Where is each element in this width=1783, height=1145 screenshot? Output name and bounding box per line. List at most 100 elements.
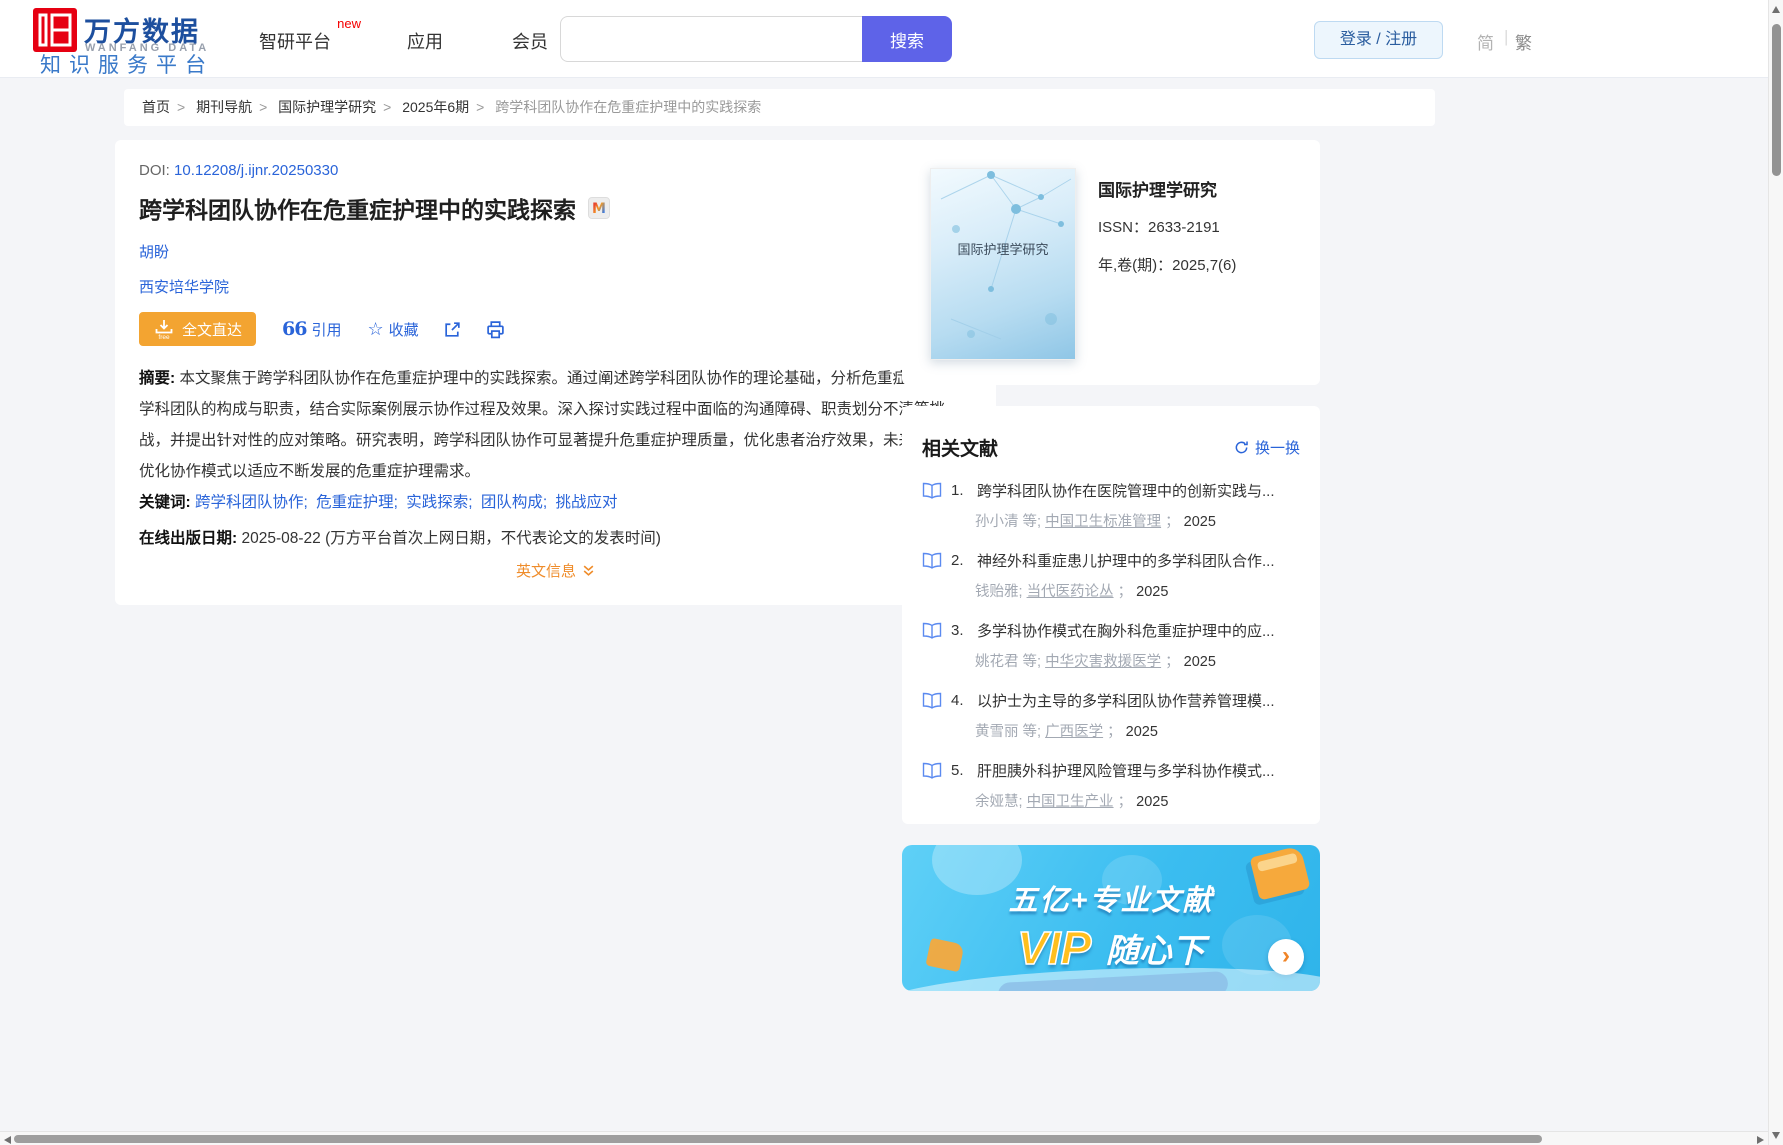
page-background: 首页> 期刊导航> 国际护理学研究> 2025年6期> 跨学科团队协作在危重症护… [0,78,1768,1131]
banner-vip-line: VIP 随心下 [902,921,1320,975]
book-icon [922,692,942,709]
related-list-item: 5. 肝胆胰外科护理风险管理与多学科协作模式... 余娅慧; 中国卫生产业 ； … [922,760,1300,811]
related-header: 相关文献 换一换 [922,434,1300,461]
nav-item-zhiyan[interactable]: 智研平台 new [259,28,331,54]
publish-date-value: 2025-08-22 [241,530,320,547]
related-item-authors: 孙小清 等; [975,514,1041,530]
related-item-title[interactable]: 神经外科重症患儿护理中的多学科团队合作... [977,550,1300,571]
publish-date-row: 在线出版日期: 2025-08-22 (万方平台首次上网日期，不代表论文的发表时… [139,526,972,548]
login-register-button[interactable]: 登录 / 注册 [1314,21,1443,59]
related-item-journal[interactable]: 中国卫生标准管理 [1045,514,1161,530]
site-header: 万方数据 WANFANG DATA 知识服务平台 智研平台 new 应用 会员 … [0,0,1768,78]
scroll-left-arrow[interactable] [4,1136,11,1144]
lang-simplified-toggle[interactable]: 简 [1477,29,1494,54]
doi-row: DOI: 10.12208/j.ijnr.20250330 [139,162,972,179]
search-button[interactable]: 搜索 [862,16,952,62]
related-item-year: 2025 [1184,654,1216,670]
keyword-link[interactable]: 跨学科团队协作 [195,494,304,511]
doi-label: DOI: [139,162,170,179]
related-item-authors: 姚花君 等; [975,654,1041,670]
breadcrumb: 首页> 期刊导航> 国际护理学研究> 2025年6期> 跨学科团队协作在危重症护… [124,89,1435,126]
keywords-label: 关键词: [139,494,191,511]
refresh-icon [1234,440,1249,455]
abstract-text: 本文聚焦于跨学科团队协作在危重症护理中的实践探索。通过阐述跨学科团队协作的理论基… [139,370,970,480]
issn-label: ISSN： [1098,219,1148,236]
nav-item-member[interactable]: 会员 [512,28,548,54]
related-item-year: 2025 [1184,514,1216,530]
arrow-right-icon[interactable]: › [1268,939,1304,975]
quote-icon: 66 [282,322,306,336]
keywords-row: 关键词: 跨学科团队协作; 危重症护理; 实践探索; 团队构成; 挑战应对 [139,487,972,518]
journal-volume-row: 年,卷(期)：2025,7(6) [1098,254,1236,275]
scroll-down-arrow[interactable] [1772,1132,1780,1139]
related-item-title[interactable]: 以护士为主导的多学科团队协作营养管理模... [977,690,1300,711]
vip-promo-banner[interactable]: 五亿+专业文献 VIP 随心下 › [902,845,1320,991]
scroll-up-arrow[interactable] [1772,6,1780,13]
related-item-title[interactable]: 肝胆胰外科护理风险管理与多学科协作模式... [977,760,1300,781]
brand-tagline: 知识服务平台 [40,49,214,79]
keyword-link[interactable]: 危重症护理 [316,494,394,511]
article-title-row: 跨学科团队协作在危重症护理中的实践探索 M [139,191,972,225]
related-item-title[interactable]: 跨学科团队协作在医院管理中的创新实践与... [977,480,1300,501]
cite-button[interactable]: 66 引用 [282,319,341,340]
vip-label: VIP [1017,922,1091,974]
author-link[interactable]: 胡盼 [139,241,169,262]
article-detail-card: DOI: 10.12208/j.ijnr.20250330 跨学科团队协作在危重… [115,140,996,605]
download-icon: free [153,319,175,340]
related-item-year: 2025 [1136,794,1168,810]
related-literature-card: 相关文献 换一换 1. 跨学科团 [902,406,1320,824]
breadcrumb-item: 首页> [142,99,192,115]
chevron-double-down-icon [582,564,595,577]
related-item-authors: 黄雪丽 等; [975,724,1041,740]
search-input[interactable] [560,16,862,62]
abstract-paragraph: 摘要: 本文聚焦于跨学科团队协作在危重症护理中的实践探索。通过阐述跨学科团队协作… [139,363,972,487]
journal-issn-row: ISSN：2633-2191 [1098,216,1220,237]
related-item-journal[interactable]: 中国卫生产业 [1027,794,1114,810]
related-item-journal[interactable]: 中华灾害救援医学 [1045,654,1161,670]
journal-name-link[interactable]: 国际护理学研究 [1098,176,1217,201]
related-item-title[interactable]: 多学科协作模式在胸外科危重症护理中的应... [977,620,1300,641]
related-item-authors: 余娅慧; [975,794,1023,810]
keyword-link[interactable]: 挑战应对 [556,494,618,511]
favorite-button[interactable]: ☆ 收藏 [367,319,418,340]
journal-cover[interactable]: 国际护理学研究 [930,168,1076,360]
nav-item-apps[interactable]: 应用 [407,28,443,54]
issn-value: 2633-2191 [1148,219,1220,236]
related-list-item: 4. 以护士为主导的多学科团队协作营养管理模... 黄雪丽 等; 广西医学 ； … [922,690,1300,741]
english-info-row: 英文信息 [139,560,972,581]
related-item-authors: 钱贻雅; [975,584,1023,600]
scroll-right-arrow[interactable] [1757,1136,1764,1144]
keyword-link[interactable]: 实践探索 [406,494,468,511]
breadcrumb-item: 2025年6期> [402,99,491,115]
journal-info-card: 国际护理学研究 国际护理学研究 ISSN：2633-2191 年,卷(期)：20… [902,140,1320,385]
related-item-journal[interactable]: 广西医学 [1045,724,1103,740]
lang-divider: | [1504,27,1508,47]
journal-cover-title: 国际护理学研究 [931,239,1075,258]
print-button[interactable] [486,320,505,339]
related-list-item: 3. 多学科协作模式在胸外科危重症护理中的应... 姚花君 等; 中华灾害救援医… [922,620,1300,671]
lang-traditional-toggle[interactable]: 繁 [1515,29,1532,54]
affiliation-link[interactable]: 西安培华学院 [139,276,229,297]
doi-link[interactable]: 10.12208/j.ijnr.20250330 [174,162,338,179]
breadcrumb-item: 国际护理学研究> [278,99,398,115]
share-icon [443,320,462,339]
related-item-year: 2025 [1126,724,1158,740]
vertical-scrollbar[interactable] [1768,0,1783,1145]
book-icon [922,762,942,779]
publish-date-note: (万方平台首次上网日期，不代表论文的发表时间) [325,530,661,547]
horizontal-scrollbar-thumb[interactable] [14,1135,1542,1143]
book-icon [922,552,942,569]
refresh-related-button[interactable]: 换一换 [1234,437,1300,458]
volume-label: 年,卷(期)： [1098,257,1172,274]
related-list-item: 1. 跨学科团队协作在医院管理中的创新实践与... 孙小清 等; 中国卫生标准管… [922,480,1300,531]
keyword-link[interactable]: 团队构成 [481,494,543,511]
related-item-journal[interactable]: 当代医药论丛 [1027,584,1114,600]
printer-icon [486,320,505,339]
vertical-scrollbar-thumb[interactable] [1772,24,1781,176]
english-info-expander[interactable]: 英文信息 [516,560,595,581]
horizontal-scrollbar[interactable] [0,1131,1768,1145]
volume-value: 2025,7(6) [1172,257,1236,274]
share-button[interactable] [443,320,462,339]
fulltext-button[interactable]: free 全文直达 [139,312,256,346]
article-actions: free 全文直达 66 引用 ☆ 收藏 [139,311,972,347]
